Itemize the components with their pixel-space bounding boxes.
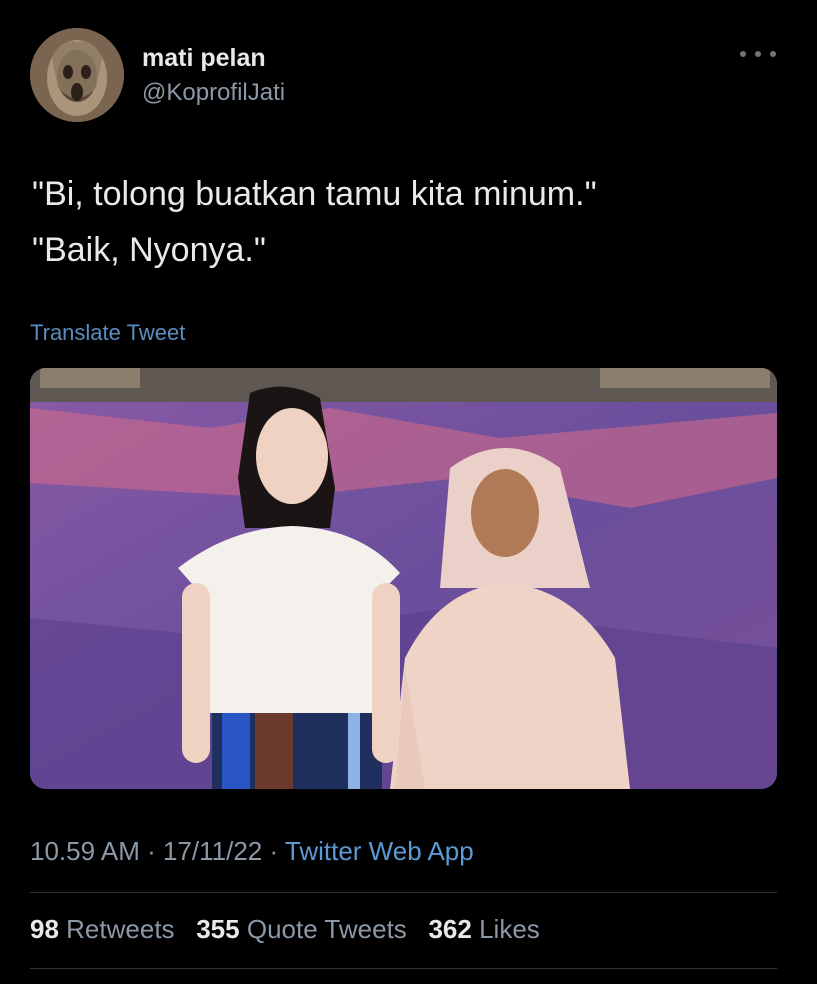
translate-tweet-link[interactable]: Translate Tweet — [30, 320, 185, 346]
tweet-meta: 10.59 AM · 17/11/22 · Twitter Web App — [30, 836, 474, 867]
tweet-date[interactable]: 17/11/22 — [163, 836, 262, 866]
retweets-count: 98 — [30, 914, 59, 944]
divider — [30, 892, 777, 893]
dot — [740, 51, 746, 57]
tweet-text: "Bi, tolong buatkan tamu kita minum." "B… — [32, 175, 597, 269]
dot — [770, 51, 776, 57]
user-handle[interactable]: @KoprofilJati — [142, 79, 285, 107]
engagement-stats: 98 Retweets 355 Quote Tweets 362 Likes — [30, 914, 540, 945]
dot — [755, 51, 761, 57]
retweets-label: Retweets — [66, 914, 175, 944]
likes-label: Likes — [479, 914, 540, 944]
separator-dot: · — [262, 836, 285, 866]
tweet-time[interactable]: 10.59 AM — [30, 836, 140, 866]
divider — [30, 968, 777, 969]
retweets-stat[interactable]: 98 Retweets — [30, 914, 175, 945]
avatar-image — [30, 28, 124, 122]
likes-count: 362 — [428, 914, 472, 944]
source-app-link[interactable]: Twitter Web App — [285, 836, 474, 866]
display-name[interactable]: mati pelan — [142, 44, 266, 73]
photo-illustration — [30, 368, 777, 789]
quote-tweets-label: Quote Tweets — [246, 914, 407, 944]
avatar[interactable] — [30, 28, 124, 122]
tweet-photo[interactable] — [30, 368, 777, 789]
quote-tweets-stat[interactable]: 355 Quote Tweets — [196, 914, 407, 945]
likes-stat[interactable]: 362 Likes — [428, 914, 539, 945]
more-options-icon[interactable] — [740, 44, 776, 64]
separator-dot: · — [139, 836, 163, 866]
quote-tweets-count: 355 — [196, 914, 240, 944]
